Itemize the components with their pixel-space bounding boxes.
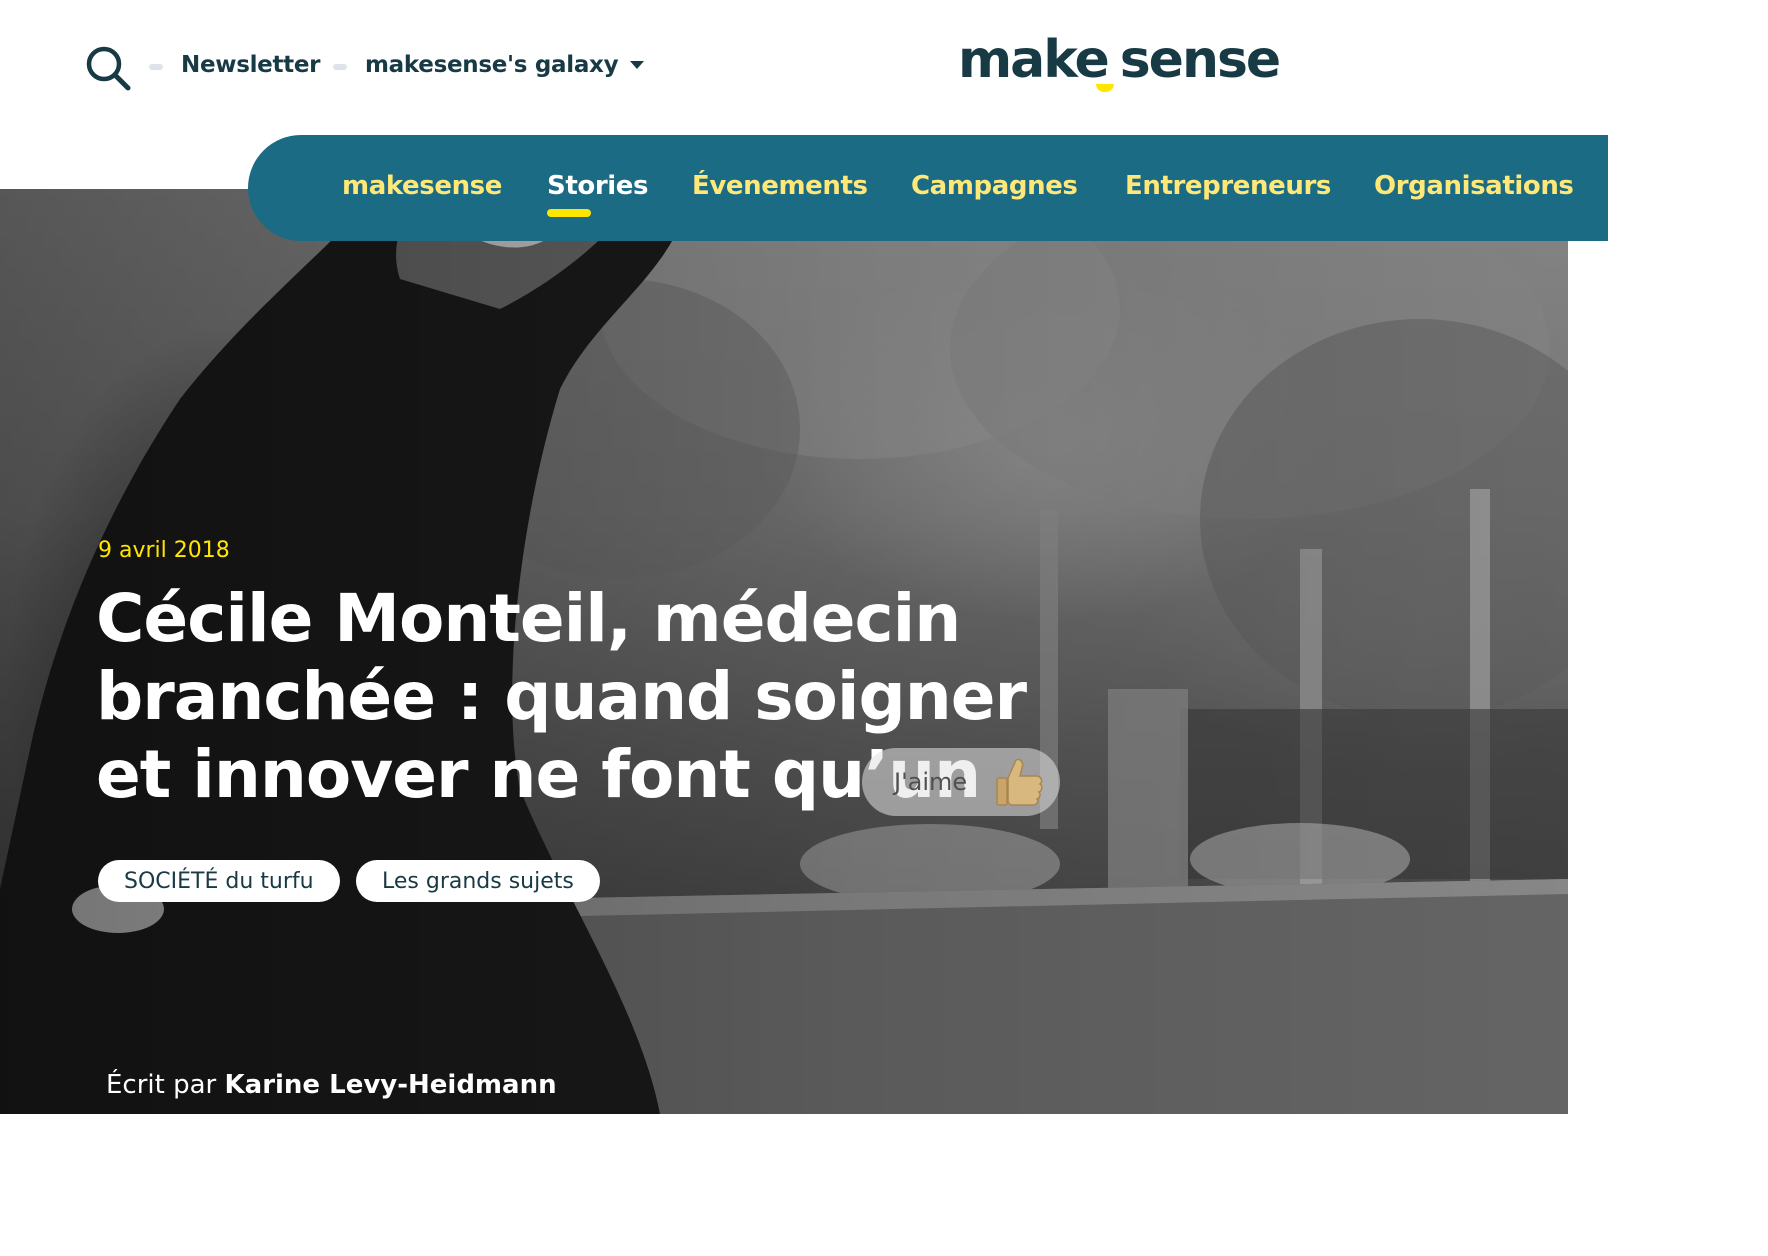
makesense-logo[interactable]: make sense [958,30,1281,92]
separator-dash [333,64,347,70]
author-name[interactable]: Karine Levy-Heidmann [225,1070,557,1100]
galaxy-label: makesense's galaxy [365,52,619,78]
article-byline: Écrit par Karine Levy-Heidmann [106,1070,557,1100]
newsletter-label: Newsletter [181,52,321,78]
separator-dash [149,64,163,70]
search-button[interactable] [84,44,132,92]
nav-item-makesense[interactable]: makesense [342,171,502,201]
logo-text-make: make [958,30,1110,90]
newsletter-link[interactable]: Newsletter [181,52,321,78]
top-bar: Newsletter makesense's galaxy make sense [0,0,1568,135]
byline-prefix: Écrit par [106,1070,217,1100]
nav-item-evenements[interactable]: Évenements [692,171,868,201]
like-button[interactable]: J'aime [862,748,1060,816]
active-nav-indicator [547,209,591,217]
like-label: J'aime [894,768,968,796]
tag-societe-du-turfu[interactable]: SOCIÉTÉ du turfu [98,860,340,902]
nav-item-organisations[interactable]: Organisations [1374,171,1574,201]
article-date: 9 avril 2018 [98,538,230,563]
caret-down-icon [630,61,645,69]
logo-smile-mark [1096,84,1114,92]
main-navigation: makesense Stories Évenements Campagnes E… [248,135,1608,241]
search-icon [86,46,131,91]
nav-item-entrepreneurs[interactable]: Entrepreneurs [1125,171,1331,201]
nav-item-stories[interactable]: Stories [547,171,648,201]
tag-les-grands-sujets[interactable]: Les grands sujets [356,860,600,902]
logo-text-sense: sense [1119,30,1281,90]
thumbs-up-icon [996,758,1043,806]
nav-item-campagnes[interactable]: Campagnes [911,171,1078,201]
galaxy-dropdown[interactable]: makesense's galaxy [365,52,645,78]
